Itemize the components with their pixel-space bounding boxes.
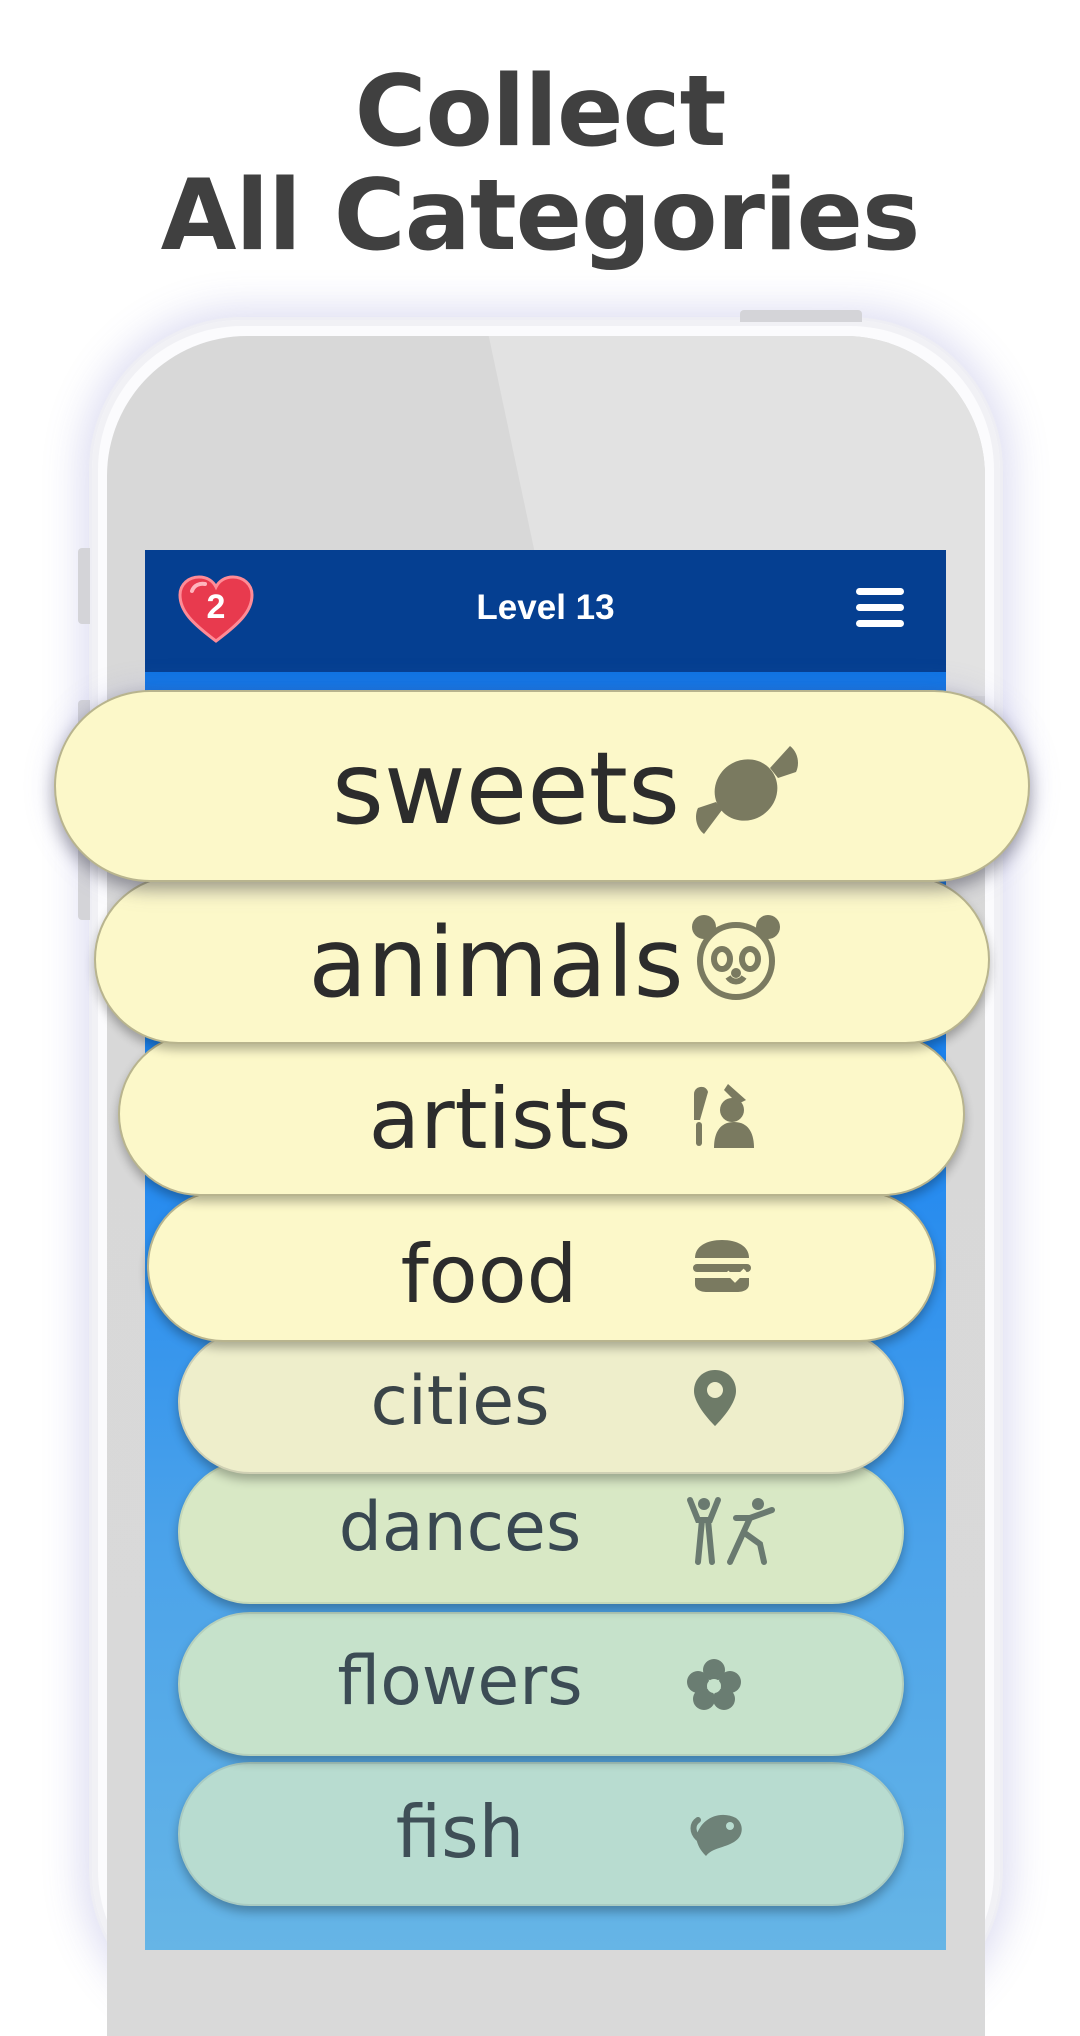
- menu-icon[interactable]: [856, 588, 904, 628]
- category-label: artists: [368, 1070, 632, 1168]
- category-label: animals: [308, 907, 684, 1019]
- burger-icon: [693, 1240, 751, 1292]
- map-pin-icon: [694, 1370, 736, 1426]
- dancers-icon: [687, 1497, 775, 1565]
- flower-icon: [687, 1659, 741, 1710]
- headline: Collect All Categories: [0, 60, 1080, 268]
- category-label: dances: [338, 1488, 582, 1567]
- level-title: Level 13: [476, 588, 615, 627]
- category-label: sweets: [331, 730, 681, 847]
- painter-icon: [694, 1084, 754, 1148]
- category-label: flowers: [337, 1642, 583, 1721]
- category-label: fish: [395, 1790, 525, 1874]
- category-pill-fish[interactable]: fish: [178, 1762, 904, 1906]
- candy-icon: [696, 746, 798, 834]
- category-pill-animals[interactable]: animals: [94, 875, 990, 1044]
- phone-side-button-top: [740, 310, 862, 322]
- headline-line-1: Collect: [354, 55, 727, 169]
- fish-icon: [690, 1814, 742, 1856]
- category-pill-sweets[interactable]: sweets: [54, 690, 1030, 882]
- category-pill-food[interactable]: food: [147, 1190, 936, 1342]
- category-label: cities: [370, 1362, 550, 1441]
- category-pill-cities[interactable]: cities: [178, 1330, 904, 1474]
- panda-icon: [692, 915, 780, 1000]
- category-pill-dances[interactable]: dances: [178, 1460, 904, 1604]
- category-pill-flowers[interactable]: flowers: [178, 1612, 904, 1756]
- category-label: food: [400, 1228, 578, 1321]
- phone-side-button-left-1: [78, 548, 90, 624]
- category-pill-artists[interactable]: artists: [118, 1032, 965, 1196]
- headline-line-2: All Categories: [160, 159, 921, 273]
